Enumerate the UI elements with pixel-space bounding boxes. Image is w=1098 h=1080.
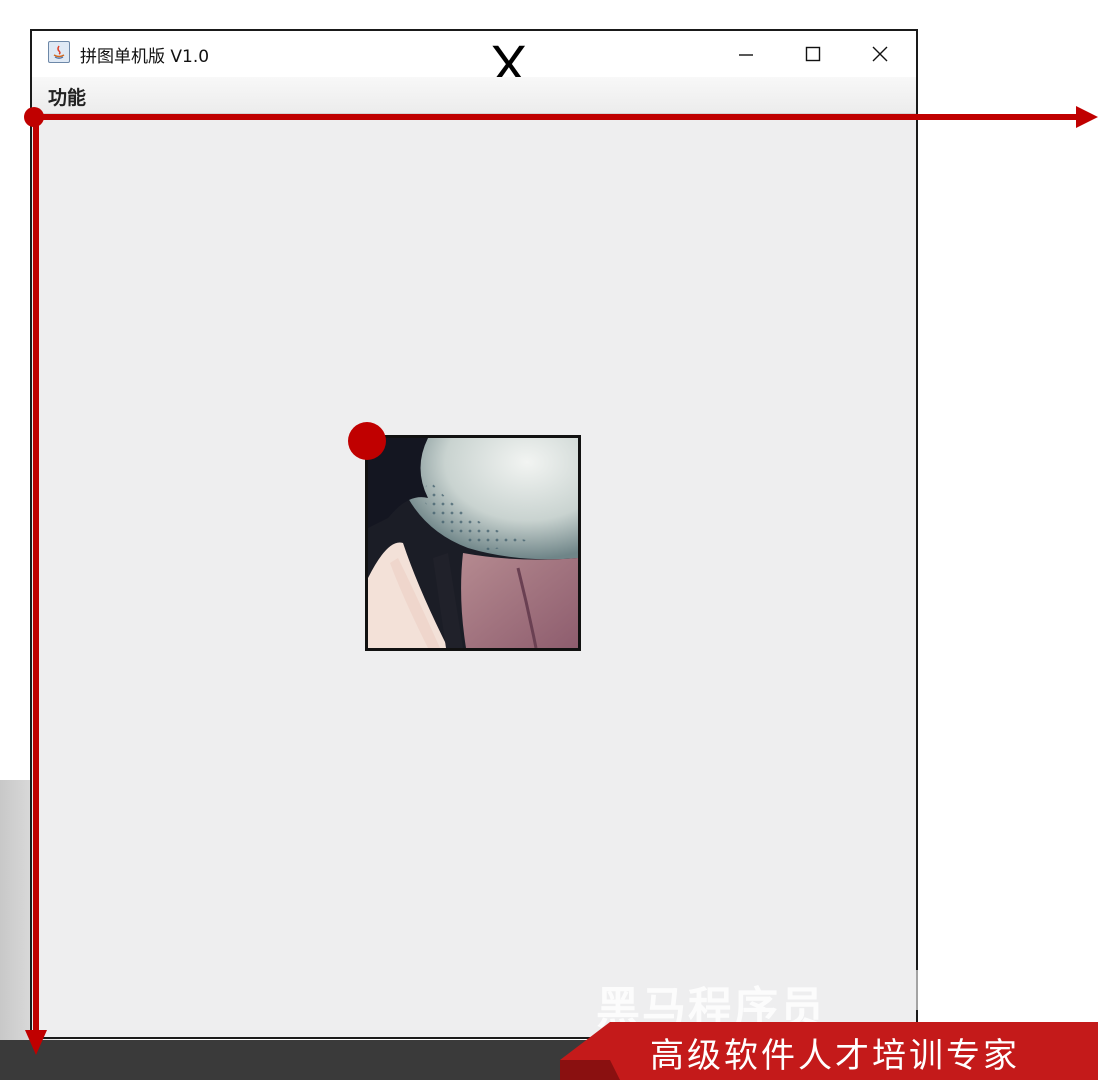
- menu-bar: 功能: [32, 77, 916, 114]
- window-title: 拼图单机版 V1.0: [80, 47, 210, 67]
- title-bar[interactable]: 拼图单机版 V1.0 X: [32, 31, 916, 95]
- minimize-icon: [739, 54, 753, 56]
- app-window: 拼图单机版 V1.0 X 功能: [30, 29, 918, 1039]
- menu-item-function[interactable]: 功能: [48, 83, 86, 110]
- slogan-text: 高级软件人才培训专家: [650, 1036, 1020, 1076]
- close-button[interactable]: [850, 35, 910, 73]
- puzzle-tile-image: [368, 438, 578, 648]
- x-axis-arrowhead: [1076, 106, 1098, 128]
- maximize-button[interactable]: [783, 35, 843, 73]
- bilibili-logo-watermark: [916, 913, 1046, 1010]
- maximize-icon: [805, 46, 821, 62]
- java-app-icon: [48, 41, 70, 63]
- minimize-button[interactable]: [716, 35, 776, 73]
- close-icon: [872, 46, 888, 62]
- puzzle-tile[interactable]: [365, 435, 581, 651]
